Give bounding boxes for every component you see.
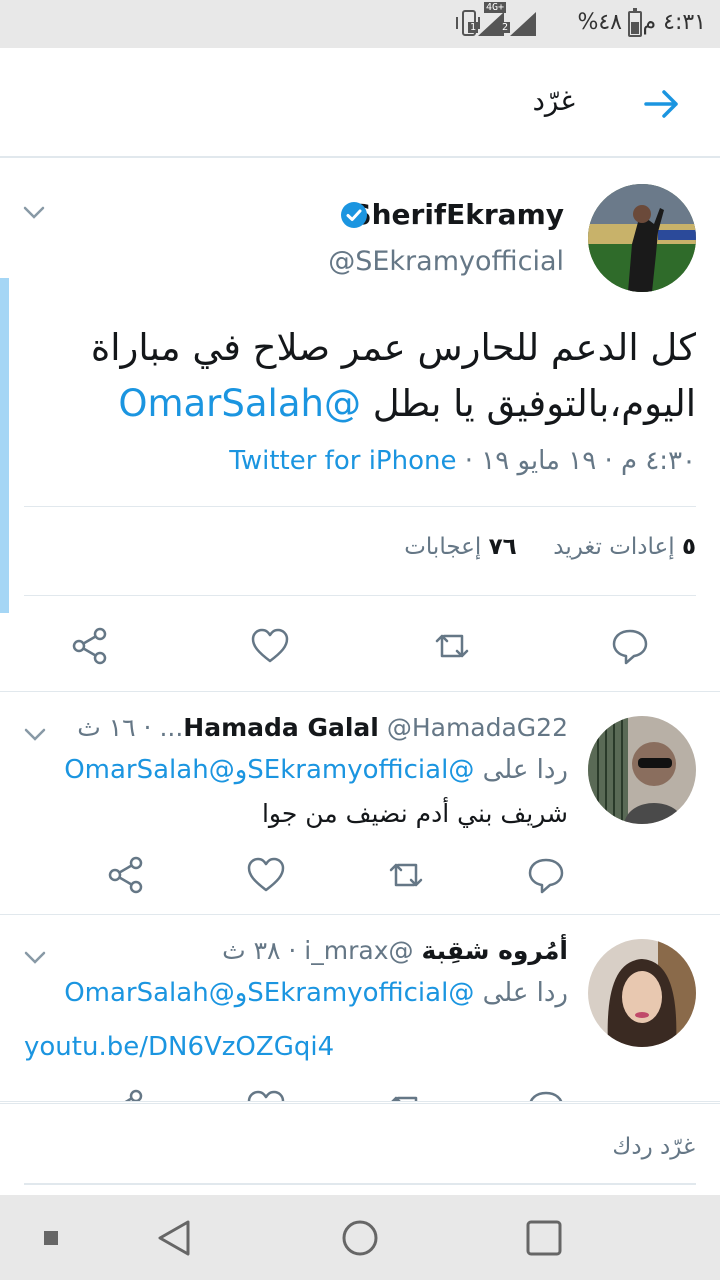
divider xyxy=(24,506,696,507)
reply-header: Hamada Galal @HamadaG22... · ١٦ ث xyxy=(77,713,568,742)
tweet-text: كل الدعم للحارس عمر صلاح في مباراة اليوم… xyxy=(66,320,696,432)
replying-to: ردا على @SEkramyofficialو@OmarSalah xyxy=(64,978,568,1008)
author-name[interactable]: أمُروه شقِبة xyxy=(421,936,568,965)
chevron-down-icon[interactable] xyxy=(23,206,45,220)
like-icon[interactable] xyxy=(246,855,286,895)
tweet-date: ٤:٣٠ م · ١٩ مايو ١٩ · xyxy=(456,446,696,476)
author-name[interactable]: SherifEkramy xyxy=(351,198,564,231)
and-connector: و xyxy=(234,755,248,785)
battery-icon xyxy=(628,8,642,37)
home-nav-icon[interactable] xyxy=(342,1220,378,1256)
focus-indicator xyxy=(0,278,9,613)
reply-icon[interactable] xyxy=(526,855,566,895)
and-connector: و xyxy=(234,978,248,1008)
reply-link[interactable]: youtu.be/DN6VzOZGqi4 xyxy=(24,1032,334,1062)
likes-count[interactable]: ٧٦ xyxy=(489,534,517,560)
share-icon[interactable] xyxy=(106,1088,146,1102)
compose-reply-bar[interactable]: غرّد ردك xyxy=(0,1103,720,1195)
compose-reply-input[interactable]: غرّد ردك xyxy=(612,1134,695,1160)
replying-label: ردا على xyxy=(482,978,568,1008)
reply-icon[interactable] xyxy=(610,626,650,666)
tweet-meta: ٤:٣٠ م · ١٩ مايو ١٩ · Twitter for iPhone xyxy=(229,446,696,476)
chevron-down-icon[interactable] xyxy=(24,951,46,965)
signal-sim2-icon xyxy=(510,12,536,36)
back-nav-icon[interactable] xyxy=(156,1219,192,1257)
reply-tweet[interactable]: Hamada Galal @HamadaG22... · ١٦ ث ردا عل… xyxy=(0,693,720,915)
retweet-icon[interactable] xyxy=(386,855,426,895)
sim1-tag: 1 xyxy=(467,22,478,33)
system-nav-bar xyxy=(0,1195,720,1280)
retweet-icon[interactable] xyxy=(386,1088,426,1102)
tweet-stats: ٥ إعادات تغريد ٧٦ إعجابات xyxy=(404,534,696,560)
retweets-count[interactable]: ٥ xyxy=(682,534,696,560)
avatar[interactable] xyxy=(588,716,696,824)
reply-time: ١٦ ث xyxy=(77,713,136,742)
battery-percent: ٤٨% xyxy=(577,10,622,35)
mention-link[interactable]: @OmarSalah xyxy=(64,755,235,785)
reply-time: ٣٨ ث xyxy=(222,936,281,965)
retweet-icon[interactable] xyxy=(432,626,472,666)
top-app-bar: غرّد xyxy=(0,48,720,158)
status-bar: 1 4G+ 2 ٤٨% ٤:٣١ م xyxy=(0,0,720,48)
mention-link[interactable]: @OmarSalah xyxy=(118,382,361,425)
main-tweet: SherifEkramy @SEkramyofficial كل الدعم ل… xyxy=(0,160,720,692)
sim2-tag: 2 xyxy=(499,22,510,33)
mention-link[interactable]: @SEkramyofficial xyxy=(247,755,474,785)
chevron-down-icon[interactable] xyxy=(24,728,46,742)
back-arrow-icon[interactable] xyxy=(640,82,684,126)
recents-nav-icon[interactable] xyxy=(526,1220,562,1256)
compose-underline xyxy=(24,1183,696,1185)
replying-to: ردا على @SEkramyofficialو@OmarSalah xyxy=(64,755,568,785)
likes-label[interactable]: إعجابات xyxy=(404,534,481,560)
share-icon[interactable] xyxy=(106,855,146,895)
verified-badge-icon xyxy=(341,202,367,228)
status-time: ٤:٣١ م xyxy=(642,10,707,35)
avatar[interactable] xyxy=(588,184,696,292)
reply-header: أمُروه شقِبة @i_mrax · ٣٨ ث xyxy=(222,936,568,965)
reply-icon[interactable] xyxy=(526,1088,566,1102)
mention-link[interactable]: @SEkramyofficial xyxy=(247,978,474,1008)
share-icon[interactable] xyxy=(70,626,110,666)
author-name[interactable]: Hamada Galal xyxy=(183,713,379,742)
author-handle[interactable]: @i_mrax xyxy=(304,936,413,965)
avatar[interactable] xyxy=(588,939,696,1047)
menu-dot-icon[interactable] xyxy=(44,1231,58,1245)
reply-tweet[interactable]: أمُروه شقِبة @i_mrax · ٣٨ ث ردا على @SEk… xyxy=(0,916,720,1102)
retweets-label[interactable]: إعادات تغريد xyxy=(553,534,674,560)
tweet-source[interactable]: Twitter for iPhone xyxy=(229,446,456,476)
reply-text: شريف بني أدم نضيف من جوا xyxy=(261,799,568,828)
replying-label: ردا على xyxy=(482,755,568,785)
page-title: غرّد xyxy=(532,84,575,117)
mention-link[interactable]: @OmarSalah xyxy=(64,978,235,1008)
like-icon[interactable] xyxy=(250,626,290,666)
divider xyxy=(24,595,696,596)
network-tag: 4G+ xyxy=(483,2,506,13)
like-icon[interactable] xyxy=(246,1088,286,1102)
author-handle[interactable]: @SEkramyofficial xyxy=(328,246,564,277)
